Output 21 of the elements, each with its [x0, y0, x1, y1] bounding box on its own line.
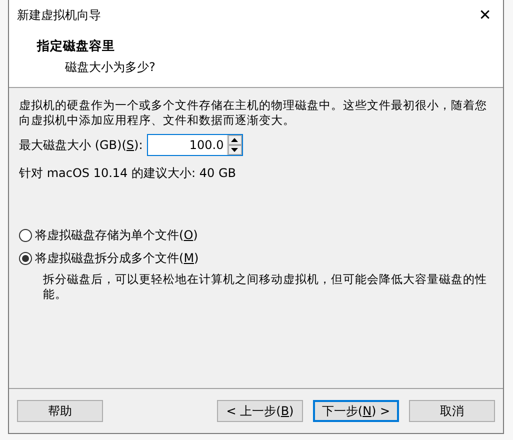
radio-button[interactable] — [19, 229, 32, 242]
wizard-button[interactable]: 取消 — [409, 400, 495, 422]
spin-up-button[interactable] — [228, 135, 242, 145]
option-label[interactable]: 将虚拟磁盘存储为单个文件(O) — [35, 227, 198, 244]
caret-down-icon — [231, 148, 238, 152]
disk-size-field[interactable]: 100.0 — [146, 134, 243, 156]
wizard-button[interactable]: 帮助 — [17, 400, 103, 422]
wizard-button[interactable]: 下一步(N) > — [313, 400, 399, 422]
radio-button[interactable] — [19, 252, 32, 265]
wizard-button[interactable]: < 上一步(B) — [217, 400, 303, 422]
recommendation-text: 针对 macOS 10.14 的建议大小: 40 GB — [19, 165, 237, 182]
disk-size-label: 最大磁盘大小 (GB)(S): — [19, 136, 143, 154]
window-title: 新建虚拟机向导 — [17, 6, 101, 24]
caret-up-icon — [231, 138, 238, 142]
option-note: 拆分磁盘后，可以更轻松地在计算机之间移动虚拟机，但可能会降低大容量磁盘的性能。 — [43, 272, 487, 302]
page-title: 指定磁盘容里 — [37, 38, 116, 55]
page-subtitle: 磁盘大小为多少? — [65, 59, 156, 76]
option-label[interactable]: 将虚拟磁盘拆分成多个文件(M) — [35, 250, 199, 267]
spin-down-button[interactable] — [228, 145, 242, 155]
close-button[interactable]: ✕ — [467, 0, 503, 30]
description-text: 虚拟机的硬盘作为一个或多个文件存储在主机的物理磁盘中。这些文件最初很小，随着您向虚拟机中添加应用程序、文件和数据而逐渐变大。 — [19, 98, 487, 128]
